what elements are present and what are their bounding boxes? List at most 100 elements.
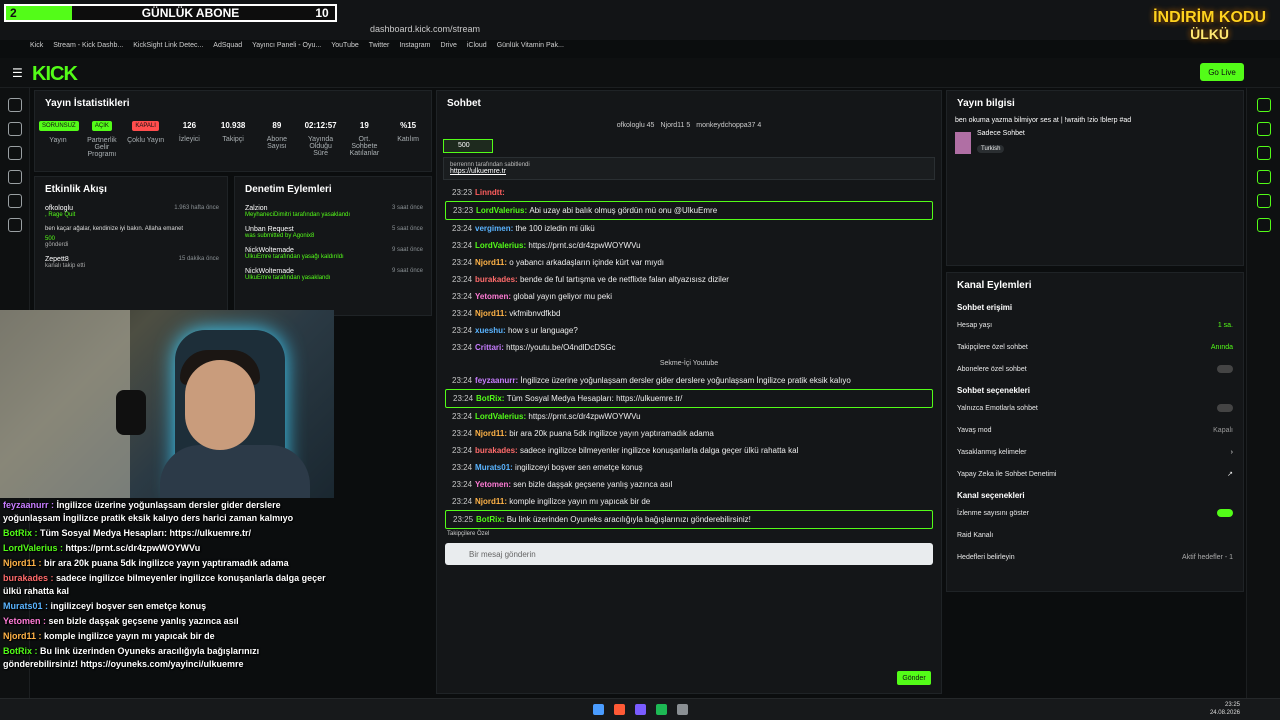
menu-icon[interactable]: ☰	[12, 66, 23, 80]
send-button[interactable]: Gönder	[897, 671, 931, 685]
chat-title: Sohbet	[447, 97, 481, 109]
moderation-sub: MeyhaneciDimitri tarafından yasaklandı	[245, 212, 351, 218]
stat-badge: KAPALI	[132, 121, 159, 131]
top-user[interactable]: monkeydchoppa37 4	[696, 122, 761, 129]
message-user[interactable]: Linndtt:	[475, 188, 505, 197]
message-user[interactable]: Yetomen:	[475, 480, 513, 489]
message-user[interactable]: BotRix:	[476, 515, 507, 524]
message-user[interactable]: burakades:	[475, 275, 520, 284]
address-bar[interactable]: dashboard.kick.com/stream	[370, 24, 480, 34]
link-icon[interactable]	[7, 122, 22, 136]
message-user[interactable]: Njord11:	[475, 309, 509, 318]
moderation-title: Denetim Eylemleri	[245, 183, 332, 195]
bookmark-item[interactable]: Instagram	[399, 42, 430, 54]
overlay-user: Njord11 :	[3, 558, 45, 568]
bookmark-item[interactable]: Twitter	[369, 42, 390, 54]
follower-label: Takipçilere Özel	[447, 531, 490, 537]
message-user[interactable]: BotRix:	[476, 394, 507, 403]
message-user[interactable]: LordValerius:	[475, 412, 528, 421]
overlay-text: https://prnt.sc/dr4zpwWOYWVu	[65, 543, 201, 553]
viewer-count-row[interactable]: İzlenme sayısını göster	[947, 502, 1243, 524]
browser-icon[interactable]	[613, 704, 625, 715]
start-icon[interactable]	[592, 704, 604, 715]
message-text: vkfmibnvdfkbd	[509, 309, 561, 318]
raid-row[interactable]: Raid Kanalı	[947, 524, 1243, 546]
account-age-row[interactable]: Hesap yaşı 1 sa.	[947, 314, 1243, 336]
stat-label: Yayın	[49, 137, 67, 144]
viewer-toggle[interactable]	[1217, 509, 1233, 517]
message-time: 23:24	[452, 326, 473, 335]
message-user[interactable]: Njord11:	[475, 497, 509, 506]
message-time: 23:24	[452, 309, 473, 318]
message-time: 23:24	[452, 258, 473, 267]
ai-moderation-row[interactable]: Yapay Zeka ile Sohbet Denetimi ↗	[947, 463, 1243, 485]
chat-system-line: Sekme-İçi Youtube	[659, 360, 719, 367]
bookmark-item[interactable]: iCloud	[467, 42, 487, 54]
message-user[interactable]: xueshu:	[475, 326, 508, 335]
bookmark-item[interactable]: Günlük Vitamin Pak...	[497, 42, 564, 54]
top-user[interactable]: Njord11 5	[660, 122, 690, 129]
gift-badge[interactable]: 500	[443, 139, 493, 153]
stats-title: Yayın İstatistikleri	[45, 97, 130, 109]
bolt-icon[interactable]	[1256, 146, 1271, 160]
subs-only-row[interactable]: Abonelere özel sohbet	[947, 358, 1243, 380]
goals-row[interactable]: Hedefleri belirleyin Aktif hedefler - 1	[947, 546, 1243, 568]
message-time: 23:24	[452, 480, 473, 489]
chat-input[interactable]: Bir mesaj gönderin	[445, 543, 933, 565]
message-user[interactable]: Murats01:	[475, 463, 515, 472]
emotes-toggle[interactable]	[1217, 404, 1233, 412]
spotify-icon[interactable]	[655, 704, 667, 715]
activity-sub: , Rage Quit	[45, 212, 76, 218]
chat-icon[interactable]	[1256, 194, 1271, 208]
doc-icon[interactable]	[7, 146, 22, 160]
stat-label: Yayında Olduğu Süre	[308, 136, 334, 157]
pen-icon[interactable]	[1256, 98, 1271, 112]
app-icon[interactable]	[676, 704, 688, 715]
stat-label: Çoklu Yayın	[127, 137, 165, 144]
chat-message: 23:24 Njord11: komple ingilizce yayın mı …	[445, 493, 933, 510]
message-user[interactable]: Njord11:	[475, 429, 509, 438]
message-user[interactable]: Crittari:	[475, 343, 506, 352]
top-user[interactable]: ofkologlu 45	[617, 122, 655, 129]
message-text: o yabancı arkadaşların içinde kürt var m…	[509, 258, 665, 267]
message-user[interactable]: Njord11:	[475, 258, 509, 267]
bookmark-item[interactable]: AdSquad	[213, 42, 242, 54]
chart-icon[interactable]	[7, 218, 22, 232]
bookmark-item[interactable]: Drive	[441, 42, 457, 54]
message-user[interactable]: LordValerius:	[475, 241, 528, 250]
bookmark-item[interactable]: YouTube	[331, 42, 359, 54]
bookmark-item[interactable]: Yayıncı Paneli - Oyu...	[252, 42, 321, 54]
bookmark-item[interactable]: Kick	[30, 42, 43, 54]
wallet-icon[interactable]	[7, 194, 22, 208]
chat-message: 23:24 burakades: bende de ful tartışma ve…	[445, 271, 933, 288]
overlay-line: LordValerius : https://prnt.sc/dr4zpwWOY…	[0, 541, 334, 556]
kick-logo[interactable]: KICK	[32, 63, 78, 86]
discord-icon[interactable]	[634, 704, 646, 715]
broadcast-icon[interactable]	[7, 98, 22, 112]
overlay-text: Tüm Sosyal Medya Hesapları: https://ulku…	[40, 528, 252, 538]
activity-item: Zepett8 kanalı takip etti 15 dakika önce	[35, 252, 227, 273]
emotes-only-row[interactable]: Yalnızca Emotlarla sohbet	[947, 397, 1243, 419]
followers-only-row[interactable]: Takipçilere özel sohbet Anında	[947, 336, 1243, 358]
message-user[interactable]: LordValerius:	[476, 206, 529, 215]
subs-toggle[interactable]	[1217, 365, 1233, 373]
category-name: Sadece Sohbet	[977, 130, 1025, 137]
keyboard-icon[interactable]	[1256, 122, 1271, 136]
list-icon[interactable]	[1256, 170, 1271, 184]
message-user[interactable]: feyzaanurr:	[475, 376, 520, 385]
message-user[interactable]: burakades:	[475, 446, 520, 455]
bookmark-item[interactable]: Stream - Kick Dashb...	[53, 42, 123, 54]
message-time: 23:24	[452, 463, 473, 472]
pinned-link[interactable]: https://ulkuemre.tr	[450, 168, 928, 175]
slow-mode-row[interactable]: Yavaş mod Kapalı	[947, 419, 1243, 441]
pinned-message[interactable]: berrennn tarafından sabitlendi https://u…	[443, 157, 935, 180]
trophy-icon[interactable]	[7, 170, 22, 184]
message-text: ingilizceyi boşver sen emetçe konuş	[515, 463, 643, 472]
message-user[interactable]: Yetomen:	[475, 292, 513, 301]
message-user[interactable]: vergimen:	[475, 224, 515, 233]
go-live-button[interactable]: Go Live	[1200, 63, 1244, 81]
bookmark-item[interactable]: KickSight Link Detec...	[133, 42, 203, 54]
banned-words-row[interactable]: Yasaklanmış kelimeler ›	[947, 441, 1243, 463]
activity-time: 1.963 hafta önce	[174, 205, 219, 211]
code-icon[interactable]	[1256, 218, 1271, 232]
